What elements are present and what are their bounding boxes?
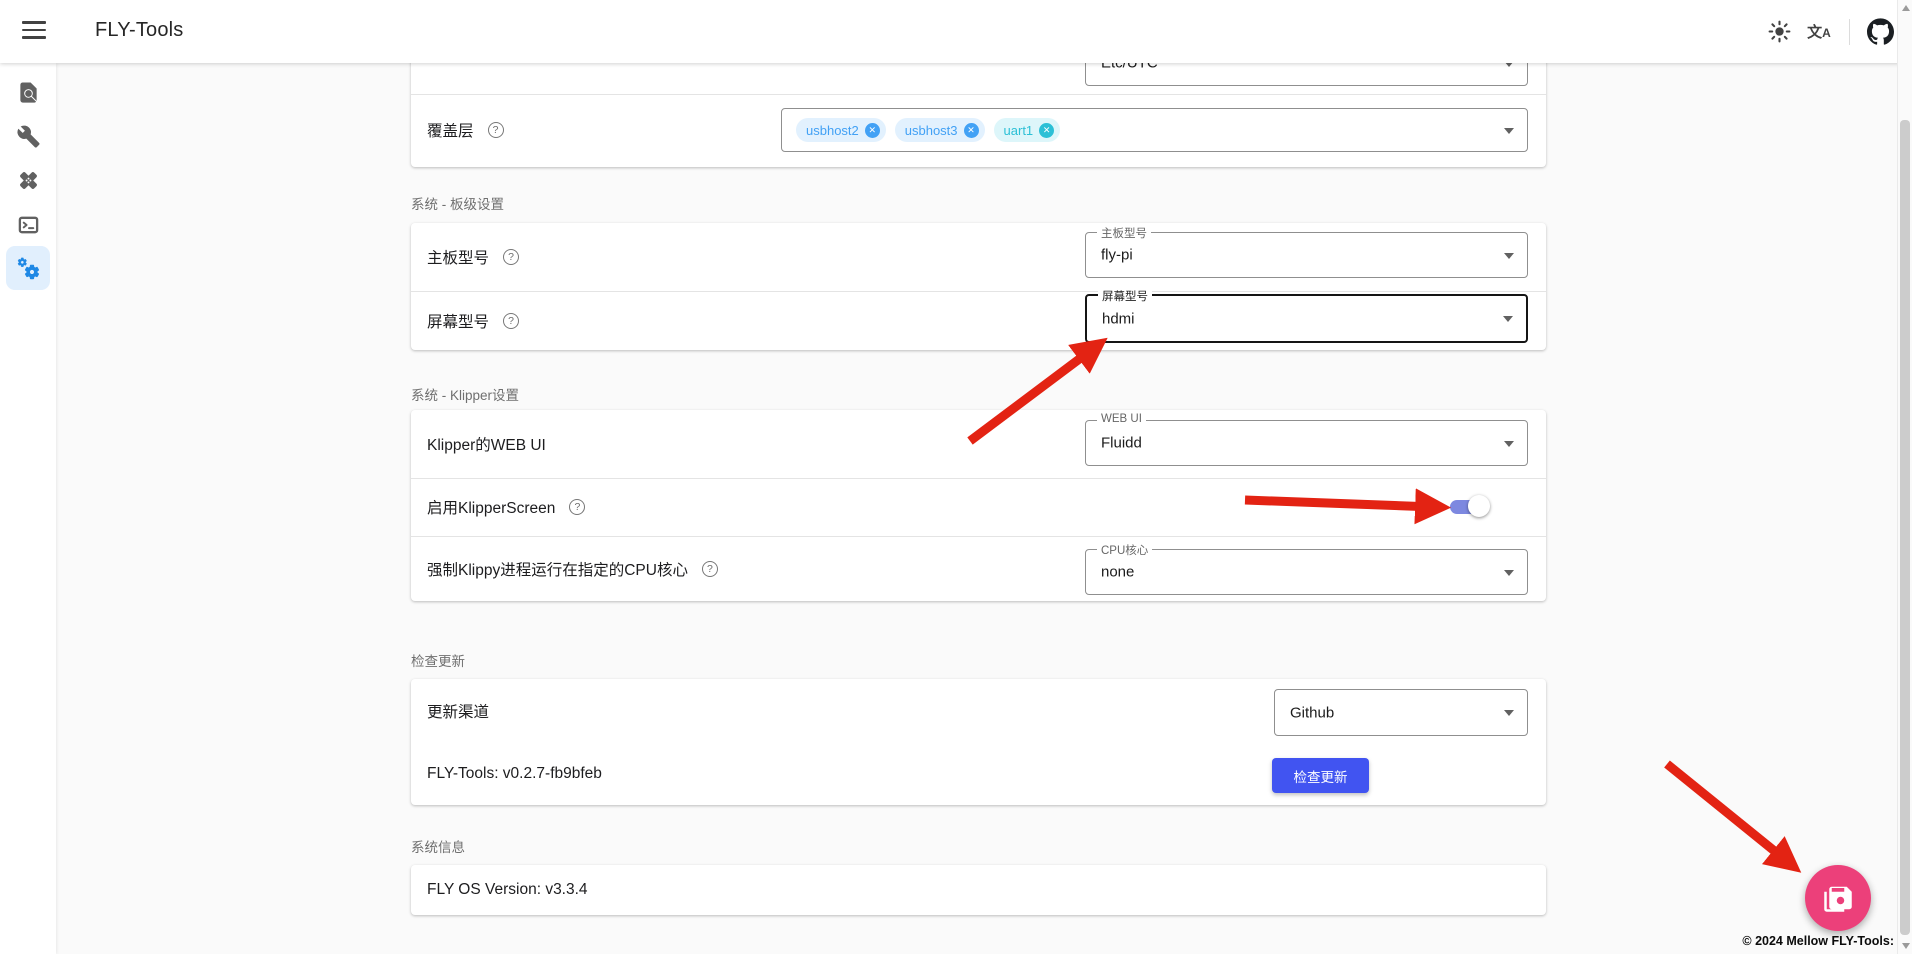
chevron-down-icon (1503, 316, 1513, 322)
board-settings-card: 主板型号 ? 主板型号 fly-pi 屏幕型号 ? 屏幕型号 hdmi (411, 223, 1546, 350)
chip-close-icon[interactable]: ✕ (964, 123, 979, 138)
sidebar-item-healing[interactable] (6, 158, 50, 202)
section-title-klipper: 系统 - Klipper设置 (411, 384, 519, 404)
app-title: FLY-Tools (95, 19, 184, 42)
field-label: 主板型号 (1097, 225, 1151, 241)
field-label: WEB UI (1097, 413, 1146, 425)
top-app-bar: FLY-Tools 文A (0, 0, 1912, 63)
channel-label: 更新渠道 (427, 700, 489, 722)
screen-model-value: hdmi (1102, 310, 1135, 327)
icon-sidebar (0, 63, 56, 954)
github-icon[interactable] (1860, 12, 1900, 52)
copyright-text: © 2024 Mellow FLY-Tools: (1742, 934, 1894, 948)
sidebar-item-settings[interactable] (6, 246, 50, 290)
flytools-version: FLY-Tools: v0.2.7-fb9bfeb (427, 765, 602, 783)
overlay-label: 覆盖层 (427, 119, 474, 141)
overlay-select[interactable]: usbhost2 ✕ usbhost3 ✕ uart1 ✕ (781, 108, 1528, 152)
screen-model-label: 屏幕型号 (427, 310, 489, 332)
webui-select[interactable]: WEB UI Fluidd (1085, 420, 1528, 466)
system-info-card: FLY OS Version: v3.3.4 (411, 865, 1546, 915)
update-channel-select[interactable]: Github (1274, 689, 1528, 736)
find-in-page-icon (17, 81, 40, 104)
update-card: 更新渠道 Github FLY-Tools: v0.2.7-fb9bfeb 检查… (411, 679, 1546, 805)
brightness-icon[interactable] (1759, 12, 1799, 52)
klipperscreen-label: 启用KlipperScreen (427, 496, 555, 518)
chip-label: uart1 (1004, 123, 1034, 138)
toggle-thumb (1468, 495, 1490, 517)
chevron-down-icon (1504, 710, 1514, 716)
chip-close-icon[interactable]: ✕ (865, 123, 880, 138)
help-icon[interactable]: ? (569, 499, 585, 515)
overlay-chip[interactable]: usbhost3 ✕ (895, 118, 985, 142)
board-model-label: 主板型号 (427, 246, 489, 268)
chip-label: usbhost3 (905, 123, 958, 138)
os-version: FLY OS Version: v3.3.4 (427, 881, 588, 899)
cpu-select[interactable]: CPU核心 none (1085, 549, 1528, 595)
field-label: CPU核心 (1097, 542, 1152, 558)
terminal-icon (17, 213, 40, 236)
scroll-down-icon[interactable] (1902, 943, 1910, 949)
save-fab[interactable] (1805, 865, 1871, 931)
channel-value: Github (1290, 704, 1334, 721)
divider (1849, 19, 1850, 45)
cpu-value: none (1101, 564, 1134, 581)
chip-label: usbhost2 (806, 123, 859, 138)
os-version-row: FLY OS Version: v3.3.4 (411, 865, 1546, 915)
overlay-chip[interactable]: uart1 ✕ (994, 118, 1061, 142)
chevron-down-icon (1504, 128, 1514, 134)
wrench-icon (17, 125, 40, 148)
help-icon[interactable]: ? (702, 561, 718, 577)
chevron-down-icon (1504, 441, 1514, 447)
check-update-button[interactable]: 检查更新 (1272, 758, 1369, 793)
divider (411, 94, 1546, 95)
healing-icon (17, 169, 40, 192)
field-label: 屏幕型号 (1098, 288, 1152, 304)
screen-model-select[interactable]: 屏幕型号 hdmi (1085, 294, 1528, 343)
section-title-update: 检查更新 (411, 650, 465, 670)
arrow-to-fab (1667, 764, 1788, 862)
overlay-chip[interactable]: usbhost2 ✕ (796, 118, 886, 142)
scroll-up-icon[interactable] (1902, 5, 1910, 11)
sidebar-item-terminal[interactable] (6, 202, 50, 246)
section-title-info: 系统信息 (411, 836, 465, 856)
webui-label: Klipper的WEB UI (427, 433, 546, 455)
board-model-select[interactable]: 主板型号 fly-pi (1085, 232, 1528, 278)
help-icon[interactable]: ? (488, 122, 504, 138)
settings-gears-icon (17, 257, 40, 280)
chevron-down-icon (1504, 253, 1514, 259)
help-icon[interactable]: ? (503, 313, 519, 329)
klipperscreen-row: 启用KlipperScreen ? (411, 478, 1546, 536)
section-title-board: 系统 - 板级设置 (411, 193, 504, 213)
sidebar-item-tools[interactable] (6, 114, 50, 158)
board-model-value: fly-pi (1101, 247, 1133, 264)
webui-value: Fluidd (1101, 435, 1142, 452)
help-icon[interactable]: ? (503, 249, 519, 265)
menu-icon[interactable] (22, 21, 46, 41)
vertical-scrollbar[interactable] (1897, 0, 1912, 954)
translate-icon[interactable]: 文A (1799, 12, 1839, 52)
scrollbar-thumb[interactable] (1900, 120, 1910, 935)
klipperscreen-toggle[interactable] (1450, 495, 1492, 517)
klipper-settings-card: Klipper的WEB UI WEB UI Fluidd 启用KlipperSc… (411, 410, 1546, 601)
sidebar-item-find-in-page[interactable] (6, 70, 50, 114)
cpu-label: 强制Klippy进程运行在指定的CPU核心 (427, 558, 688, 580)
chip-close-icon[interactable]: ✕ (1039, 123, 1054, 138)
version-row: FLY-Tools: v0.2.7-fb9bfeb (411, 742, 1546, 805)
save-all-icon (1823, 883, 1853, 913)
chevron-down-icon (1504, 570, 1514, 576)
